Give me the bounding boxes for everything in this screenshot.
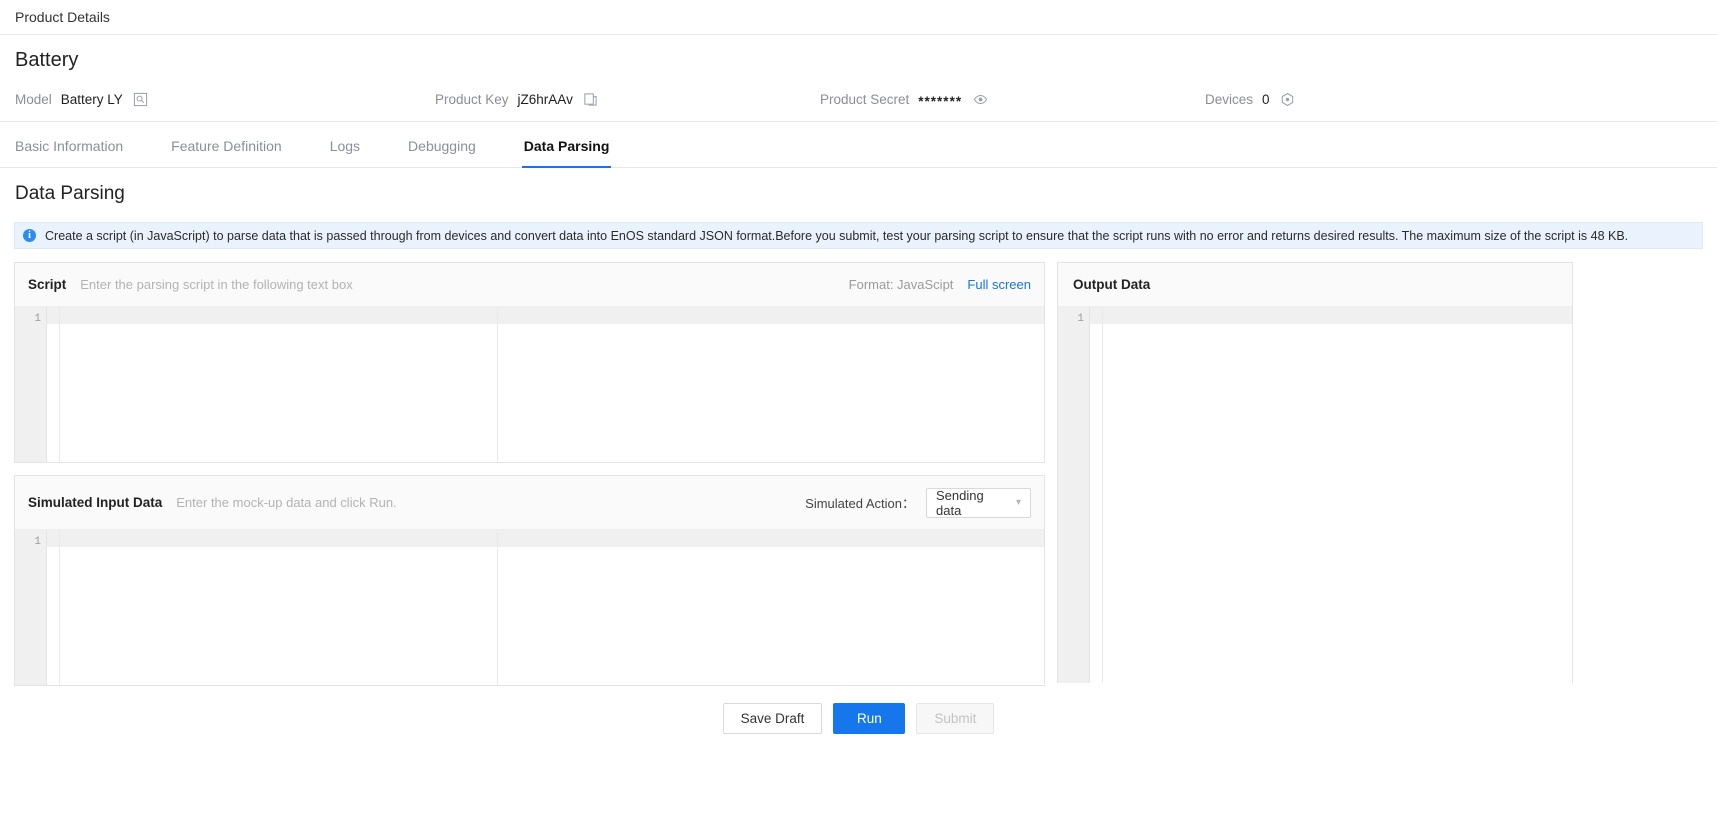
output-code-editor[interactable]: 1 (1058, 307, 1572, 683)
output-panel-title: Output Data (1073, 277, 1150, 292)
script-panel-header: Script Enter the parsing script in the f… (15, 263, 1044, 307)
meta-product-secret-value: ******* (918, 94, 962, 109)
full-screen-link[interactable]: Full screen (967, 277, 1031, 292)
breadcrumb[interactable]: Product Details (15, 9, 110, 25)
copy-icon[interactable] (583, 91, 599, 107)
output-active-line-highlight (1090, 307, 1572, 324)
output-line-number: 1 (1058, 311, 1089, 328)
tab-debugging[interactable]: Debugging (408, 137, 476, 167)
meta-devices: Devices 0 (1205, 91, 1505, 107)
footer-actions: Save Draft Run Submit (14, 703, 1703, 734)
meta-model-value: Battery LY (61, 92, 123, 107)
simulated-input-title: Simulated Input Data (28, 495, 162, 510)
simulated-input-active-line-highlight (47, 530, 1044, 547)
script-panel-title: Script (28, 277, 66, 292)
script-panel-hint: Enter the parsing script in the followin… (80, 277, 352, 292)
chevron-down-icon: ▾ (1016, 497, 1021, 508)
product-header: Battery Model Battery LY Product Key jZ6… (0, 35, 1717, 122)
output-gutter: 1 (1058, 307, 1090, 683)
product-tabs: Basic Information Feature Definition Log… (0, 122, 1717, 168)
output-indent-guides (1090, 307, 1572, 683)
info-banner: i Create a script (in JavaScript) to par… (14, 222, 1703, 249)
script-panel-header-actions: Format: JavaScipt Full screen (849, 277, 1031, 292)
simulated-input-panel-header: Simulated Input Data Enter the mock-up d… (15, 476, 1044, 530)
view-model-icon[interactable] (133, 91, 149, 107)
simulated-input-code-surface[interactable] (47, 530, 1044, 685)
meta-product-key: Product Key jZ6hrAAv (435, 91, 820, 107)
tab-data-parsing[interactable]: Data Parsing (524, 137, 610, 167)
simulated-input-gutter: 1 (15, 530, 47, 685)
run-button[interactable]: Run (833, 703, 905, 734)
meta-product-key-value: jZ6hrAAv (518, 92, 573, 107)
output-code-surface (1090, 307, 1572, 683)
info-banner-text: Create a script (in JavaScript) to parse… (45, 229, 1628, 243)
script-format-label: Format: JavaScipt (849, 277, 954, 292)
output-panel-header: Output Data (1058, 263, 1572, 307)
simulated-action-label: Simulated Action： (805, 493, 915, 512)
meta-devices-value: 0 (1262, 92, 1270, 107)
meta-product-secret: Product Secret ******* (820, 91, 1205, 107)
simulated-action-select[interactable]: Sending data ▾ (926, 488, 1031, 518)
meta-model-label: Model (15, 92, 52, 107)
page-body: Data Parsing i Create a script (in JavaS… (0, 183, 1717, 734)
simulated-action-value: Sending data (936, 488, 1012, 518)
simulated-input-line-number: 1 (15, 534, 46, 551)
breadcrumb-bar: Product Details (0, 0, 1717, 35)
script-panel: Script Enter the parsing script in the f… (14, 262, 1045, 463)
editor-left-column: Script Enter the parsing script in the f… (14, 262, 1045, 686)
output-panel: Output Data 1 (1057, 262, 1573, 683)
simulated-input-hint: Enter the mock-up data and click Run. (176, 495, 396, 510)
device-hexagon-icon[interactable] (1280, 91, 1296, 107)
simulated-input-code-editor[interactable]: 1 (15, 530, 1044, 685)
save-draft-button[interactable]: Save Draft (723, 703, 823, 734)
info-icon: i (23, 229, 36, 242)
script-gutter: 1 (15, 307, 47, 462)
section-title: Data Parsing (15, 183, 1703, 205)
product-meta-row: Model Battery LY Product Key jZ6hrAAv (15, 91, 1702, 107)
script-active-line-highlight (47, 307, 1044, 324)
simulated-action-group: Simulated Action： Sending data ▾ (805, 488, 1031, 518)
meta-product-secret-label: Product Secret (820, 92, 909, 107)
meta-devices-label: Devices (1205, 92, 1253, 107)
meta-product-key-label: Product Key (435, 92, 509, 107)
script-code-editor[interactable]: 1 (15, 307, 1044, 462)
script-indent-guides (47, 307, 1044, 462)
script-code-surface[interactable] (47, 307, 1044, 462)
simulated-input-panel: Simulated Input Data Enter the mock-up d… (14, 475, 1045, 686)
submit-button: Submit (916, 703, 994, 734)
script-line-number: 1 (15, 311, 46, 328)
eye-icon[interactable] (972, 91, 988, 107)
meta-model: Model Battery LY (15, 91, 435, 107)
editor-area: Script Enter the parsing script in the f… (14, 262, 1703, 686)
tab-logs[interactable]: Logs (330, 137, 360, 167)
tab-feature-definition[interactable]: Feature Definition (171, 137, 282, 167)
page-title: Battery (15, 47, 1702, 73)
simulated-input-indent-guides (47, 530, 1044, 685)
tab-basic-information[interactable]: Basic Information (15, 137, 123, 167)
